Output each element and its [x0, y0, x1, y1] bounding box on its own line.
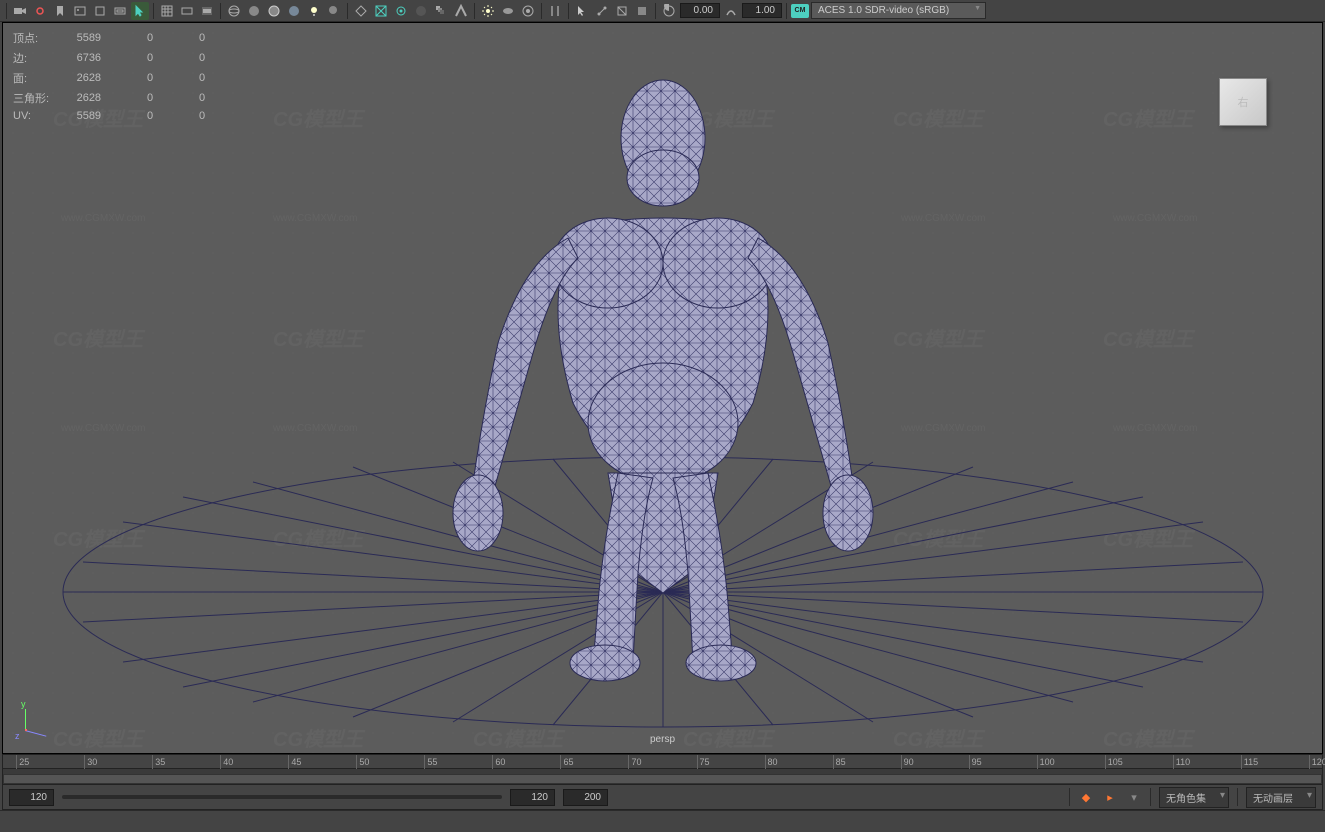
key-options-icon[interactable]: ▾ [1126, 789, 1142, 805]
character-mesh-wireframe [423, 63, 903, 683]
xray-icon[interactable] [372, 2, 390, 20]
select-tool-icon[interactable] [131, 2, 149, 20]
timeline-tick: 25 [16, 755, 29, 769]
color-management-badge[interactable]: CM [791, 4, 809, 18]
timeline-tick: 65 [560, 755, 573, 769]
wireframe-icon[interactable] [225, 2, 243, 20]
shadows-icon[interactable] [325, 2, 343, 20]
timeline-tick: 60 [492, 755, 505, 769]
shaded-icon[interactable] [245, 2, 263, 20]
view-cube[interactable]: 右 [1219, 78, 1267, 126]
timeline[interactable]: 25 30 35 40 45 50 55 60 65 70 75 80 85 90 95 100 105 110 1… [2, 754, 1323, 784]
grid-toggle-icon[interactable] [158, 2, 176, 20]
timeline-tick: 75 [697, 755, 710, 769]
light-icon[interactable] [479, 2, 497, 20]
image-plane-icon[interactable] [71, 2, 89, 20]
snap-vertex-icon[interactable] [593, 2, 611, 20]
timeline-tick: 90 [901, 755, 914, 769]
range-start-input[interactable]: 120 [510, 789, 555, 806]
exposure-icon[interactable] [660, 2, 678, 20]
range-slider[interactable] [62, 795, 502, 799]
snap-edge-icon[interactable] [613, 2, 631, 20]
isolate-icon[interactable] [352, 2, 370, 20]
xray-joints-icon[interactable] [392, 2, 410, 20]
gate-mask-icon[interactable] [198, 2, 216, 20]
timeline-tick: 35 [152, 755, 165, 769]
textured-icon[interactable] [285, 2, 303, 20]
bookmark-icon[interactable] [51, 2, 69, 20]
camera-label: persp [650, 734, 675, 745]
timeline-tick: 30 [84, 755, 97, 769]
timeline-tick: 110 [1173, 755, 1190, 769]
character-set-dropdown[interactable]: 无角色集 [1159, 787, 1229, 808]
timeline-tick: 115 [1241, 755, 1258, 769]
timeline-tick: 40 [220, 755, 233, 769]
ao-icon[interactable] [412, 2, 430, 20]
range-end-input[interactable]: 200 [563, 789, 608, 806]
arrow-cursor-icon[interactable] [573, 2, 591, 20]
film-gate-icon[interactable] [111, 2, 129, 20]
status-bar [0, 810, 1325, 832]
resolution-gate-icon[interactable] [178, 2, 196, 20]
gamma-value[interactable]: 1.00 [742, 3, 782, 18]
colorspace-dropdown[interactable]: ACES 1.0 SDR-video (sRGB) [811, 2, 986, 19]
gamma-icon[interactable] [722, 2, 740, 20]
shaded-wire-icon[interactable] [265, 2, 283, 20]
current-frame-input[interactable]: 120 [9, 789, 54, 806]
use-lights-icon[interactable] [305, 2, 323, 20]
key-type-icon[interactable]: ▸ [1102, 789, 1118, 805]
timeline-tick: 50 [356, 755, 369, 769]
timeline-tick: 120 [1309, 755, 1325, 769]
axis-gizmo: y z [15, 701, 55, 741]
timeline-tick: 105 [1105, 755, 1123, 769]
set-key-icon[interactable]: ◆ [1078, 789, 1094, 805]
range-slider-bar: 120 120 200 ◆ ▸ ▾ 无角色集 无动画层 [2, 784, 1323, 810]
grid-2d-icon[interactable] [91, 2, 109, 20]
polycount-hud: 顶点:558900边:673600面:262800三角形:262800UV:55… [11, 27, 221, 125]
camera-select-icon[interactable] [11, 2, 29, 20]
anim-layer-dropdown[interactable]: 无动画层 [1246, 787, 1316, 808]
timeline-tick: 45 [288, 755, 301, 769]
view-cube-face: 右 [1238, 94, 1249, 110]
motion-blur-icon[interactable] [432, 2, 450, 20]
timeline-scrollbar-thumb[interactable] [3, 774, 1322, 784]
viewport-3d[interactable]: CG模型王 CG模型王 CG模型王 CG模型王 CG模型王 www.CGMXW.… [2, 22, 1323, 754]
timeline-tick: 95 [969, 755, 982, 769]
timeline-tick: 70 [628, 755, 641, 769]
fog-icon[interactable] [499, 2, 517, 20]
toggle-show-icon[interactable] [546, 2, 564, 20]
timeline-tick: 80 [765, 755, 778, 769]
camera-lock-icon[interactable] [31, 2, 49, 20]
anti-alias-icon[interactable] [452, 2, 470, 20]
timeline-ruler[interactable]: 25 30 35 40 45 50 55 60 65 70 75 80 85 90 95 100 105 110 1… [3, 755, 1322, 769]
timeline-tick: 100 [1037, 755, 1055, 769]
timeline-tick: 85 [833, 755, 846, 769]
timeline-track[interactable] [3, 769, 1322, 784]
timeline-tick: 55 [424, 755, 437, 769]
dof-icon[interactable] [519, 2, 537, 20]
snap-face-icon[interactable] [633, 2, 651, 20]
viewport-toolbar: 0.00 1.00 CM ACES 1.0 SDR-video (sRGB) [0, 0, 1325, 22]
timeline-scrollbar[interactable] [3, 774, 1322, 784]
exposure-value[interactable]: 0.00 [680, 3, 720, 18]
